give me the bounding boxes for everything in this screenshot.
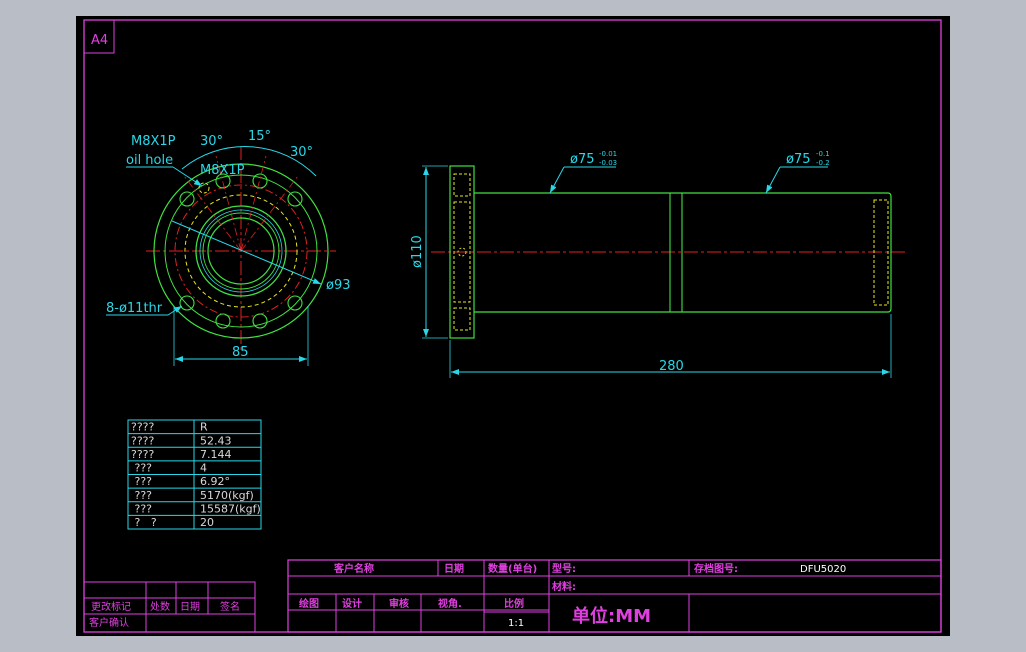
bolt-hole (287, 191, 303, 207)
revision-block: 更改标记 处数 日期 签名 客户确认 (83, 581, 256, 633)
spec-row-label: ???? (131, 434, 155, 447)
drawn-label: 绘图 (299, 597, 319, 610)
dia75-tol1-upper: -0.01 (599, 150, 617, 158)
bolt-hole (287, 295, 303, 311)
holes-label: 8-ø11thr (106, 301, 163, 316)
spec-row-value: 5170(kgf) (200, 489, 254, 502)
angle-right-label: 30° (290, 145, 313, 160)
spec-row-label: ???? (131, 448, 155, 461)
spec-row-label: ??? (131, 475, 152, 488)
radial-line (240, 155, 267, 252)
archive-label: 存档图号: (694, 562, 738, 575)
dia75-leader2 (765, 166, 781, 194)
dia75-label1: ø75 (570, 152, 595, 167)
scale-label: 比例 (504, 597, 524, 610)
spec-row-label: ???? (131, 421, 155, 434)
dia-110-label: ø110 (410, 235, 425, 268)
bolt-hole (179, 295, 195, 311)
bolt-hole (252, 173, 268, 189)
cad-drawing: A4 M8X1P M8X1P oil hole 30° 15° 30° ø93 … (83, 19, 942, 633)
dia75-leader1 (549, 166, 565, 194)
spec-row-value: R (200, 421, 208, 434)
length-label: 280 (659, 359, 684, 374)
customer-confirm-label: 客户确认 (89, 616, 129, 629)
spec-row-label: ??? (131, 502, 152, 515)
archive-value: DFU5020 (800, 564, 846, 575)
m8-label: M8X1P (131, 134, 176, 149)
quantity-label: 数量(单台) (488, 562, 537, 575)
material-label: 材料: (552, 580, 576, 593)
count-label: 处数 (150, 600, 170, 613)
dia75-tol1-lower: -0.03 (599, 159, 617, 167)
dia75-tol2-lower: -0.2 (816, 159, 830, 167)
spec-row-value: 6.92° (200, 475, 230, 488)
oil-hole-label: oil hole (126, 153, 173, 168)
flange-hidden (453, 173, 471, 197)
scale-value: 1:1 (508, 618, 524, 629)
front-view: M8X1P M8X1P M8X1P oil hole 30° 15° 30° ø… (106, 129, 351, 366)
spec-row-label: ??? (131, 462, 152, 475)
change-mark-label: 更改标记 (91, 600, 131, 613)
view-angle-label: 视角. (438, 597, 462, 610)
spec-table: ???? R???? 52.43???? 7.144 ??? 4 ??? 6.92° ??… (127, 419, 262, 530)
bolt-hole (179, 191, 195, 207)
customer-name-label: 客户名称 (333, 562, 374, 575)
rev-date-label: 日期 (180, 601, 200, 613)
title-block: 客户名称 日期 数量(单台) 型号: 存档图号: DFU5020 材料: 绘图 … (287, 559, 942, 633)
oil-thread-label: M8X1P (200, 163, 245, 178)
spec-row-value: 4 (200, 462, 207, 475)
spec-row-value: 20 (200, 516, 214, 529)
dia75-tol2-upper: -0.1 (816, 150, 830, 158)
spec-row-value: 15587(kgf) (200, 502, 261, 515)
unit-label: 单位:MM (572, 605, 651, 627)
sign-label: 签名 (220, 600, 240, 613)
sheet-size-label: A4 (91, 33, 108, 48)
tb-date-label: 日期 (444, 562, 464, 575)
angle-mid-label: 15° (248, 129, 271, 144)
drawing-sheet: A4 M8X1P M8X1P oil hole 30° 15° 30° ø93 … (76, 16, 950, 636)
width-label: 85 (232, 345, 249, 360)
bolt-hole (252, 313, 268, 329)
pcd-label: ø93 (326, 278, 351, 293)
border-frame (83, 19, 942, 633)
model-label: 型号: (552, 562, 576, 575)
spec-row-value: 52.43 (200, 434, 232, 447)
bolt-hole (215, 313, 231, 329)
angle-left-label: 30° (200, 134, 223, 149)
spec-row-label: ? ? (131, 516, 157, 529)
flange-hidden (453, 307, 471, 331)
spec-row-value: 7.144 (200, 448, 232, 461)
dia75-label2: ø75 (786, 152, 811, 167)
review-label: 审核 (389, 597, 409, 610)
side-view: ø110 ø75 -0.01 -0.03 ø75 -0.1 -0.2 280 (410, 150, 906, 378)
spec-row-label: ??? (131, 489, 152, 502)
design-label: 设计 (342, 597, 362, 610)
